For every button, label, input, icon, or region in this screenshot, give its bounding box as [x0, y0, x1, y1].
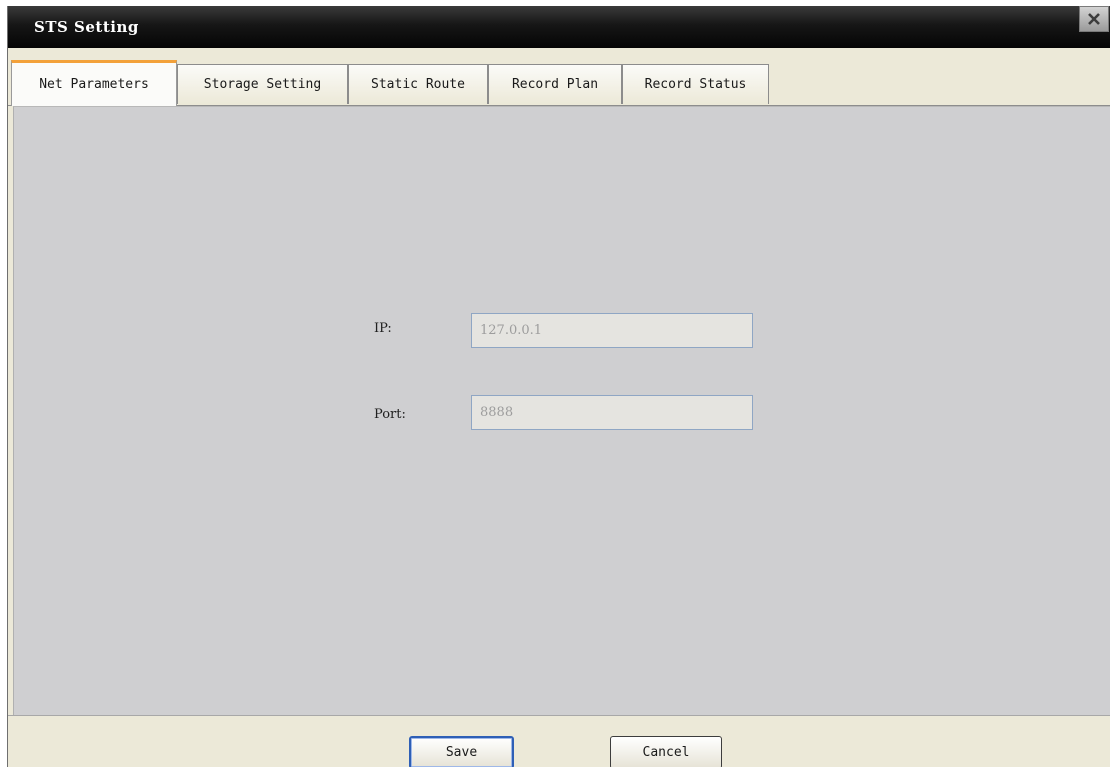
- save-button[interactable]: Save: [409, 736, 514, 767]
- close-button[interactable]: [1079, 6, 1109, 32]
- tab-net-parameters[interactable]: Net Parameters: [11, 60, 177, 106]
- tab-storage-setting[interactable]: Storage Setting: [177, 64, 348, 104]
- ip-field[interactable]: [471, 313, 753, 348]
- tab-record-status[interactable]: Record Status: [622, 64, 769, 104]
- net-parameters-panel: IP: Port:: [13, 106, 1110, 715]
- port-field[interactable]: [471, 395, 753, 430]
- close-icon: [1087, 12, 1101, 26]
- ip-label: IP:: [374, 321, 392, 336]
- dialog-footer: Save Cancel: [8, 715, 1110, 767]
- port-label: Port:: [374, 407, 406, 422]
- tab-record-plan[interactable]: Record Plan: [488, 64, 622, 104]
- sts-setting-dialog: STS Setting Net Parameters Storage Setti…: [7, 6, 1110, 767]
- cancel-button[interactable]: Cancel: [610, 736, 722, 767]
- window-title: STS Setting: [34, 18, 139, 36]
- tab-static-route[interactable]: Static Route: [348, 64, 488, 104]
- title-bar[interactable]: STS Setting: [8, 6, 1110, 48]
